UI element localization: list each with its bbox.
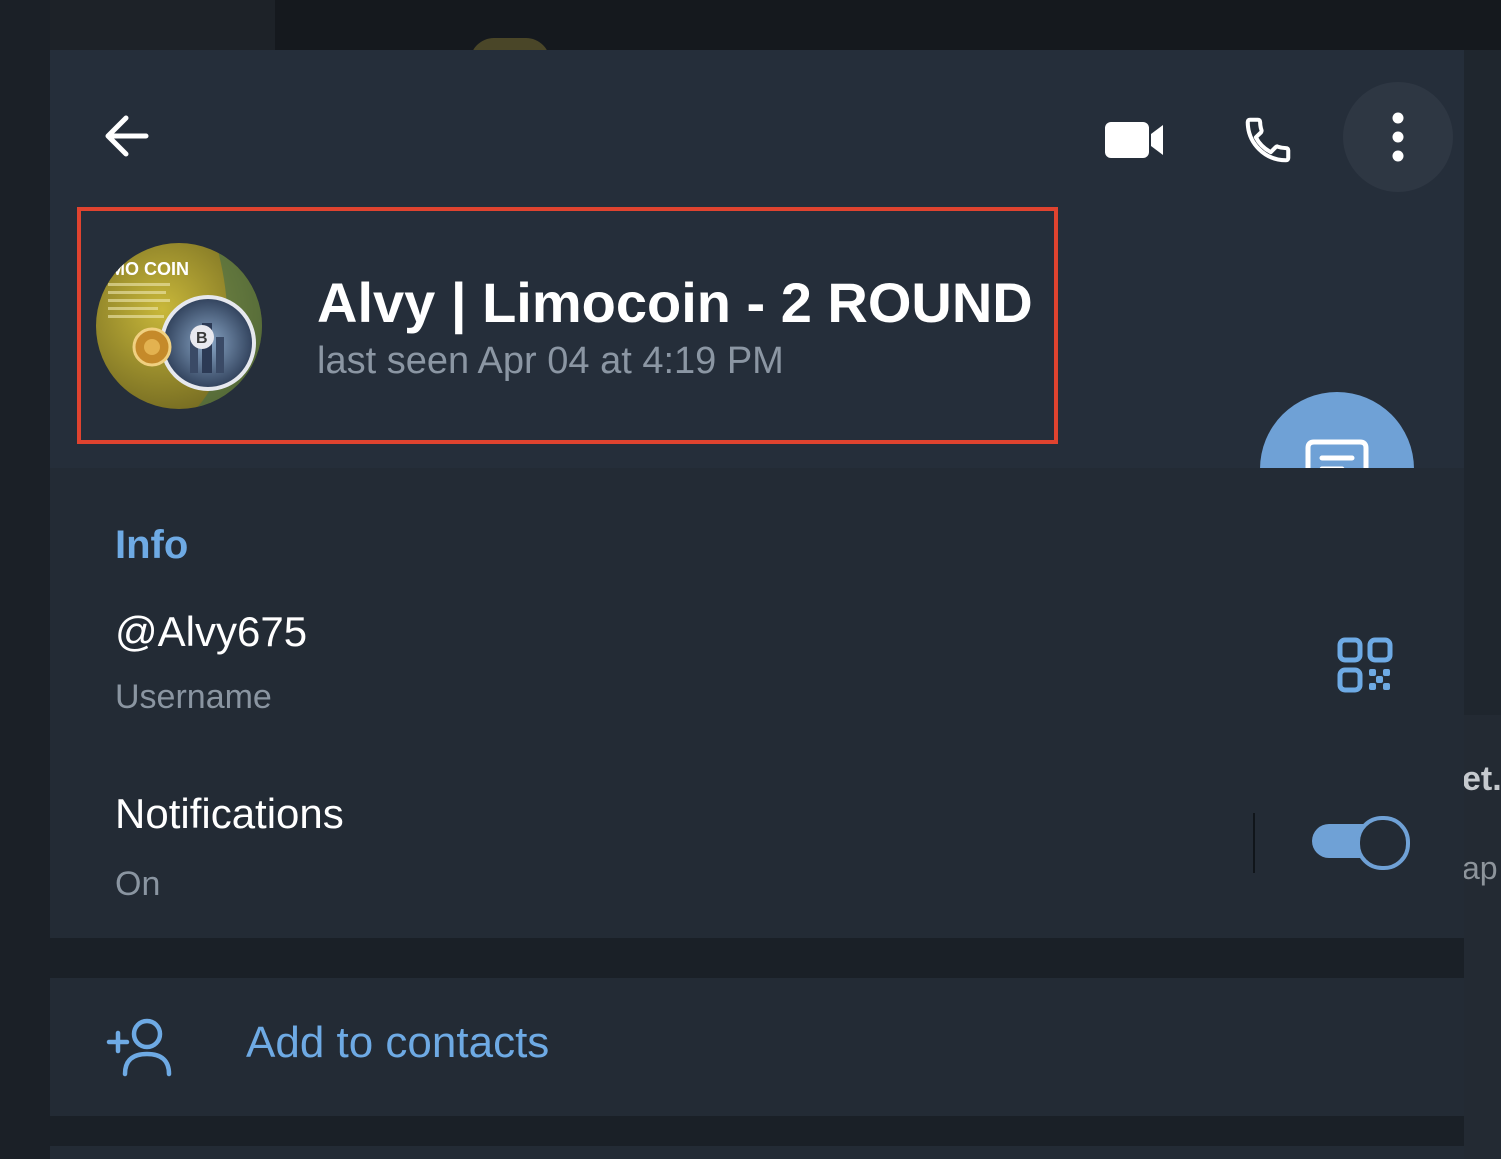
background-text: et. (1462, 760, 1501, 798)
notifications-status: On (115, 865, 161, 903)
add-to-contacts-label: Add to contacts (246, 1018, 550, 1067)
video-call-button[interactable] (1095, 100, 1175, 180)
username-value[interactable]: @Alvy675 (115, 608, 307, 656)
notifications-toggle[interactable] (1312, 814, 1410, 870)
profile-panel: MO COIN B Alvy | Limocoin - 2 ROUND last… (50, 50, 1464, 1159)
background-left (0, 0, 50, 1159)
profile-header: MO COIN B Alvy | Limocoin - 2 ROUND last… (50, 50, 1464, 468)
info-section-title: Info (115, 523, 189, 567)
toggle-knob (1356, 816, 1410, 870)
background-text: ap (1462, 850, 1498, 886)
add-to-contacts-row[interactable]: Add to contacts (50, 978, 1464, 1116)
more-options-button[interactable] (1343, 82, 1453, 192)
arrow-left-icon (105, 115, 149, 157)
voice-call-button[interactable] (1228, 100, 1308, 180)
qr-code-icon (1337, 637, 1393, 693)
notifications-divider (1253, 813, 1255, 873)
section-divider (50, 1116, 1464, 1146)
bitcoin-badge: B (196, 330, 208, 347)
more-vertical-icon (1392, 112, 1404, 162)
back-button[interactable] (90, 100, 162, 172)
avatar[interactable]: MO COIN B (96, 243, 262, 409)
phone-icon (1245, 117, 1291, 163)
next-section (50, 1146, 1464, 1159)
username-label: Username (115, 678, 272, 716)
info-section: Info @Alvy675 Username Notifications On (50, 468, 1464, 938)
qr-code-button[interactable] (1330, 630, 1400, 700)
avatar-image: MO COIN B (96, 243, 262, 409)
notifications-title[interactable]: Notifications (115, 790, 344, 838)
video-camera-icon (1105, 122, 1163, 158)
add-user-icon (106, 1018, 172, 1077)
section-divider (50, 938, 1464, 978)
last-seen-status: last seen Apr 04 at 4:19 PM (317, 340, 784, 382)
profile-name: Alvy | Limocoin - 2 ROUND (317, 271, 1033, 334)
